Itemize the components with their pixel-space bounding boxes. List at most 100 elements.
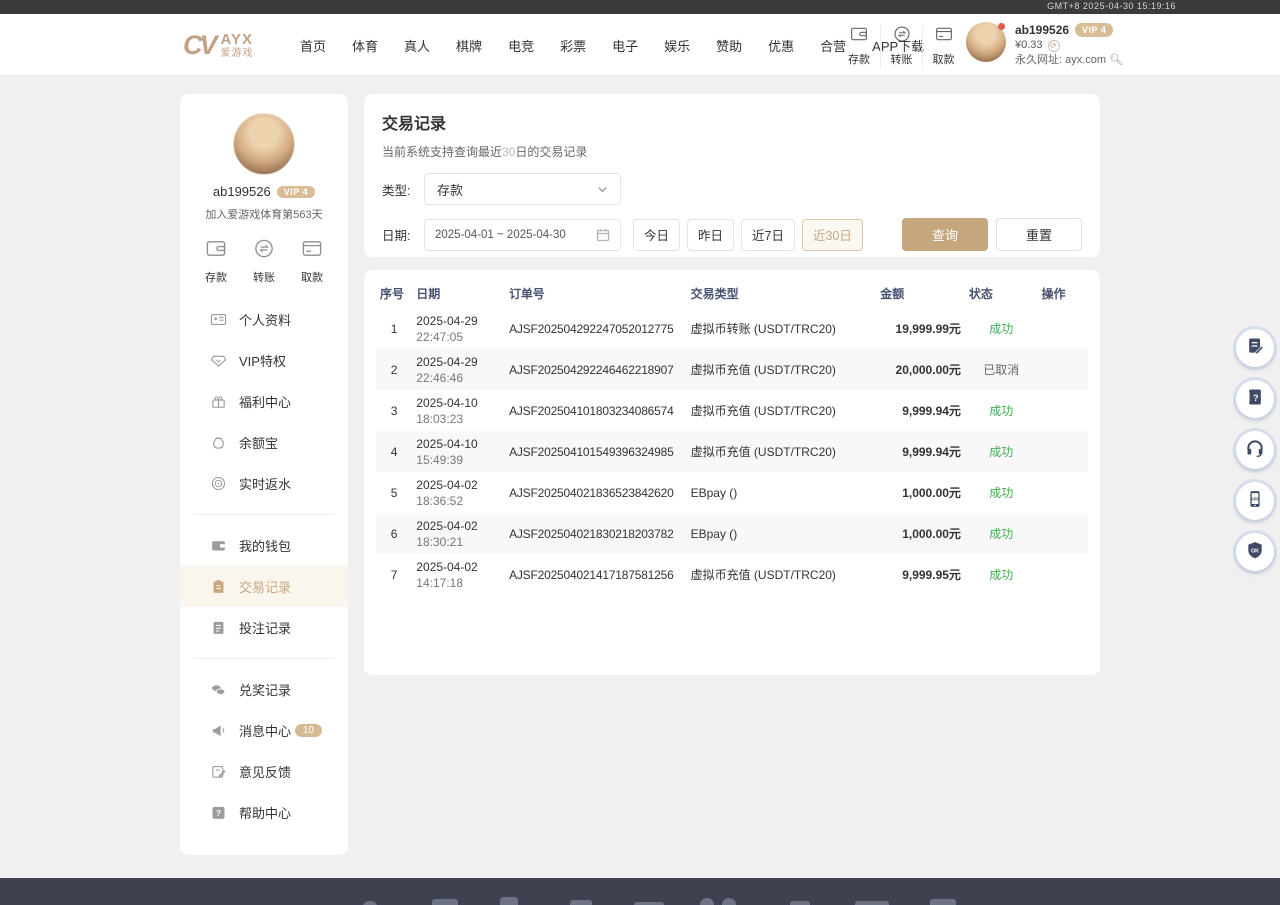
topbar: GMT+8 2025-04-30 15:19:16 <box>0 0 1280 14</box>
main-nav: 首页体育真人棋牌电竞彩票电子娱乐赞助优惠合营APP下载 <box>300 14 924 76</box>
type-label: 类型: <box>382 180 424 199</box>
avatar[interactable] <box>966 22 1006 62</box>
nav-item-3[interactable]: 真人 <box>404 36 430 55</box>
sidebar-item-余额宝[interactable]: 余额宝 <box>180 422 348 463</box>
sidebar: ab199526 VIP 4 加入爱游戏体育第563天 存款转账取款 个人资料V… <box>180 94 348 855</box>
shield-ok-icon: OK <box>1245 540 1265 565</box>
search-icon[interactable]: 🔍︎ <box>1109 53 1123 68</box>
sidebar-item-消息中心[interactable]: 消息中心10 <box>180 710 348 751</box>
header-quick-actions: 存款转账取款 <box>838 25 964 69</box>
cell-index: 5 <box>376 472 412 513</box>
cell-date: 2025-04-0218:30:21 <box>412 513 505 554</box>
cell-status: 成功 <box>965 513 1038 554</box>
header: CV AYX 爱游戏 首页体育真人棋牌电竞彩票电子娱乐赞助优惠合营APP下载 存… <box>0 14 1280 76</box>
cell-date: 2025-04-0214:17:18 <box>412 554 505 595</box>
header-action-转账[interactable]: 转账 <box>880 25 922 69</box>
sidebar-item-交易记录[interactable]: 交易记录 <box>180 566 348 607</box>
cell-type: 虚拟币充值 (USDT/TRC20) <box>687 349 877 390</box>
cell-type: 虚拟币转账 (USDT/TRC20) <box>687 308 877 349</box>
range-button-今日[interactable]: 今日 <box>633 219 680 251</box>
cell-operation <box>1038 308 1088 349</box>
sidebar-action-转账[interactable]: 转账 <box>252 238 276 285</box>
cell-date: 2025-04-1018:03:23 <box>412 390 505 431</box>
type-select-value: 存款 <box>437 180 463 199</box>
transactions-tbody: 12025-04-2922:47:05AJSF20250429224705201… <box>376 308 1088 595</box>
sidebar-item-实时返水[interactable]: 实时返水 <box>180 463 348 504</box>
sidebar-item-VIP特权[interactable]: VIP特权 <box>180 340 348 381</box>
security-ok-float-button[interactable]: OK <box>1236 533 1274 571</box>
nav-item-5[interactable]: 电竞 <box>508 36 534 55</box>
range-button-近7日[interactable]: 近7日 <box>741 219 795 251</box>
partner-logo <box>500 897 518 905</box>
page-title: 交易记录 <box>382 110 1082 134</box>
partner-logo <box>432 899 458 905</box>
sidebar-item-个人资料[interactable]: 个人资料 <box>180 299 348 340</box>
customer-service-float-button[interactable] <box>1236 431 1274 469</box>
cell-status: 成功 <box>965 390 1038 431</box>
range-button-昨日[interactable]: 昨日 <box>687 219 734 251</box>
nav-item-8[interactable]: 娱乐 <box>664 36 690 55</box>
calendar-icon <box>596 228 610 242</box>
sidebar-action-取款[interactable]: 取款 <box>300 238 324 285</box>
transactions-card: 序号日期订单号交易类型金额状态操作 12025-04-2922:47:05AJS… <box>364 270 1100 675</box>
cell-amount: 9,999.94元 <box>876 390 965 431</box>
nav-item-2[interactable]: 体育 <box>352 36 378 55</box>
cell-date: 2025-04-2922:47:05 <box>412 308 505 349</box>
table-row: 32025-04-1018:03:23AJSF20250410180323408… <box>376 390 1088 431</box>
feedback-icon <box>210 763 227 780</box>
cell-date: 2025-04-1015:49:39 <box>412 431 505 472</box>
reset-button[interactable]: 重置 <box>996 218 1082 251</box>
nav-item-1[interactable]: 首页 <box>300 36 326 55</box>
partner-logo <box>790 901 810 905</box>
header-action-存款[interactable]: 存款 <box>838 25 880 69</box>
profile-vip-badge: VIP 4 <box>277 186 315 198</box>
cell-amount: 9,999.94元 <box>876 431 965 472</box>
cell-amount: 1,000.00元 <box>876 472 965 513</box>
sidebar-item-投注记录[interactable]: 投注记录 <box>180 607 348 648</box>
partner-logo <box>570 900 592 905</box>
faq-float-button[interactable]: ? <box>1236 380 1274 418</box>
column-header-订单号: 订单号 <box>505 278 687 308</box>
cell-date: 2025-04-2922:46:46 <box>412 349 505 390</box>
app-download-float-button[interactable]: APP <box>1236 482 1274 520</box>
balance: ¥0.33 <box>1015 38 1043 53</box>
nav-item-7[interactable]: 电子 <box>612 36 638 55</box>
sidebar-item-我的钱包[interactable]: 我的钱包 <box>180 525 348 566</box>
header-action-取款[interactable]: 取款 <box>922 25 964 69</box>
floating-buttons: ? APP OK <box>1236 329 1274 571</box>
cell-order-no: AJSF202504021417187581256 <box>505 554 687 595</box>
refresh-balance-icon[interactable]: ⟳ <box>1048 40 1060 52</box>
record-edit-float-button[interactable] <box>1236 329 1274 367</box>
sidebar-item-帮助中心[interactable]: ?帮助中心 <box>180 792 348 833</box>
range-button-近30日[interactable]: 近30日 <box>802 219 863 251</box>
search-button[interactable]: 查询 <box>902 218 988 251</box>
doc-icon <box>210 619 227 636</box>
page-subtitle: 当前系统支持查询最近30日的交易记录 <box>382 143 1082 160</box>
sidebar-item-福利中心[interactable]: 福利中心 <box>180 381 348 422</box>
date-range-input[interactable]: 2025-04-01 ~ 2025-04-30 <box>424 219 621 251</box>
cell-type: 虚拟币充值 (USDT/TRC20) <box>687 431 877 472</box>
nav-item-9[interactable]: 赞助 <box>716 36 742 55</box>
partner-logo <box>855 901 889 905</box>
sidebar-item-兑奖记录[interactable]: 兑奖记录 <box>180 669 348 710</box>
notification-dot <box>998 23 1005 30</box>
cell-amount: 1,000.00元 <box>876 513 965 554</box>
nav-item-4[interactable]: 棋牌 <box>456 36 482 55</box>
partner-logo <box>722 898 736 905</box>
wallet2-icon <box>210 537 227 554</box>
phone-app-icon: APP <box>1245 489 1265 514</box>
nav-item-10[interactable]: 优惠 <box>768 36 794 55</box>
column-header-操作: 操作 <box>1038 278 1088 308</box>
headset-icon <box>1245 438 1265 463</box>
type-select[interactable]: 存款 <box>424 173 621 205</box>
nav-item-6[interactable]: 彩票 <box>560 36 586 55</box>
profile-avatar[interactable] <box>233 113 295 175</box>
sidebar-item-意见反馈[interactable]: 意见反馈 <box>180 751 348 792</box>
brand-logo[interactable]: CV AYX 爱游戏 <box>183 28 254 62</box>
book-question-icon: ? <box>1245 387 1265 412</box>
sidebar-action-存款[interactable]: 存款 <box>204 238 228 285</box>
card-icon <box>934 25 954 48</box>
sidebar-divider <box>194 658 334 659</box>
column-header-状态: 状态 <box>965 278 1038 308</box>
username: ab199526 <box>1015 22 1069 38</box>
